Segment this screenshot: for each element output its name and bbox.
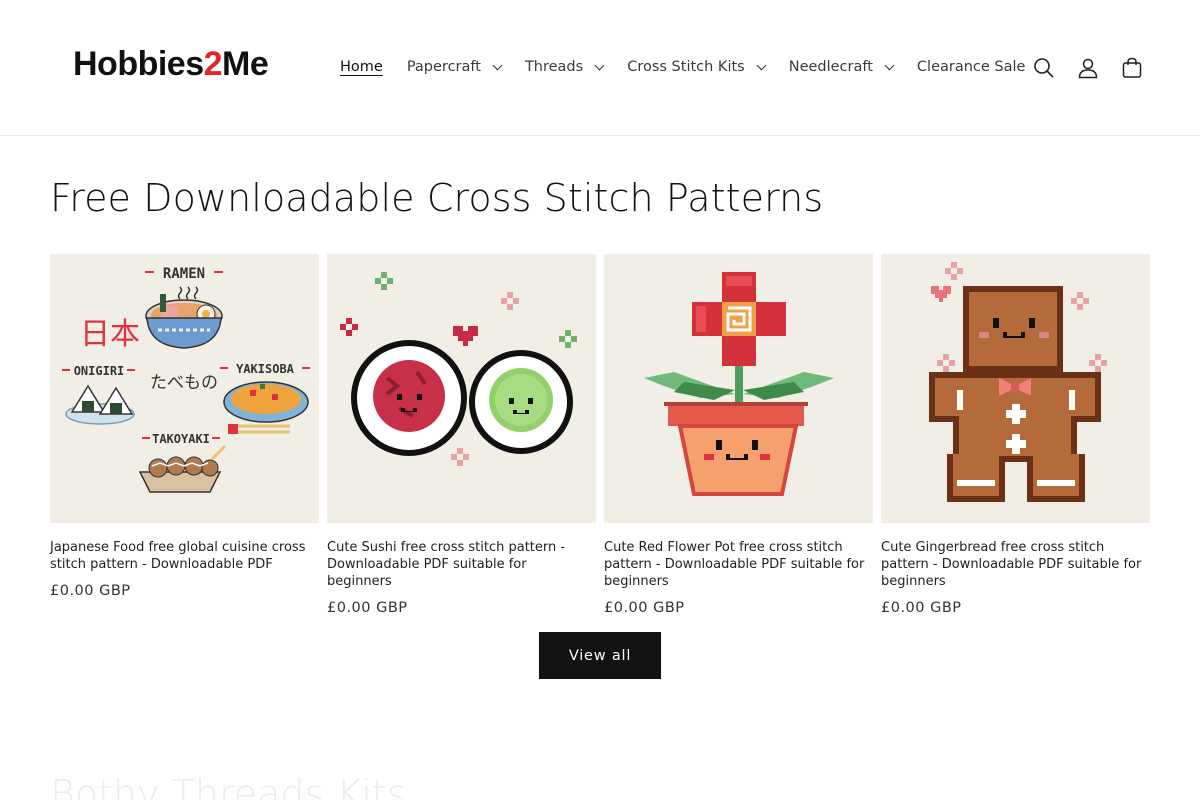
site-header: Hobbies2Me Home Papercraft Threads Cross… (0, 0, 1200, 136)
yakisoba-label: YAKISOBA (236, 362, 295, 376)
chevron-down-icon (492, 60, 503, 70)
ramen-label: RAMEN (163, 266, 205, 282)
product-price: £0.00 GBP (881, 600, 962, 616)
nav-label: Home (340, 59, 383, 75)
product-title[interactable]: Cute Gingerbread free cross stitch patte… (881, 539, 1150, 590)
section-title: Free Downloadable Cross Stitch Patterns (50, 176, 824, 220)
nav-label: Papercraft (406, 59, 481, 75)
takoyaki-label: TAKOYAKI (152, 432, 210, 446)
search-button[interactable] (1022, 46, 1066, 90)
product-card[interactable]: Cute Red Flower Pot free cross stitch pa… (604, 254, 873, 616)
product-title[interactable]: Cute Sushi free cross stitch pattern - D… (327, 539, 596, 590)
nav-item-needlecraft[interactable]: Needlecraft (777, 50, 905, 84)
chevron-down-icon (594, 60, 605, 70)
nav-label: Cross Stitch Kits (627, 59, 745, 75)
cart-button[interactable] (1110, 46, 1154, 90)
view-all-button[interactable]: View all (539, 632, 661, 679)
product-title[interactable]: Cute Red Flower Pot free cross stitch pa… (604, 539, 873, 590)
nav-item-cross-stitch-kits[interactable]: Cross Stitch Kits (615, 50, 777, 84)
nav-label: Needlecraft (788, 59, 873, 75)
product-price: £0.00 GBP (50, 583, 131, 599)
nav-label: Clearance Sale (916, 59, 1026, 75)
cart-icon (1122, 57, 1142, 78)
search-icon (1034, 58, 1054, 78)
product-image[interactable] (327, 254, 596, 523)
product-image[interactable] (604, 254, 873, 523)
nav-label: Threads (524, 59, 584, 75)
tabemono-label: たべもの (150, 373, 218, 393)
kanji-label: 日本 (80, 317, 140, 352)
account-button[interactable] (1066, 46, 1110, 90)
product-grid: RAMEN 日本 ONIGIRI たべもの YAKISOBA TAKOYAKI … (50, 254, 1150, 616)
product-image[interactable] (881, 254, 1150, 523)
chevron-down-icon (884, 60, 895, 70)
onigiri-label: ONIGIRI (74, 364, 125, 378)
site-logo[interactable]: Hobbies2Me (73, 44, 269, 84)
nav-item-clearance-sale[interactable]: Clearance Sale (905, 50, 1038, 84)
product-price: £0.00 GBP (327, 600, 408, 616)
header-icons (1022, 46, 1154, 90)
account-icon (1078, 58, 1098, 79)
product-card[interactable]: Cute Sushi free cross stitch pattern - D… (327, 254, 596, 616)
product-title[interactable]: Japanese Food free global cuisine cross … (50, 539, 319, 573)
nav-item-home[interactable]: Home (328, 50, 395, 84)
nav-item-papercraft[interactable]: Papercraft (395, 50, 513, 84)
main-nav: Home Papercraft Threads Cross Stitch Kit… (328, 50, 1037, 84)
product-price: £0.00 GBP (604, 600, 685, 616)
next-section-title: Bothy Threads Kits (50, 772, 407, 800)
chevron-down-icon (756, 60, 767, 70)
nav-item-threads[interactable]: Threads (513, 50, 615, 84)
product-card[interactable]: RAMEN 日本 ONIGIRI たべもの YAKISOBA TAKOYAKI … (50, 254, 319, 616)
product-card[interactable]: Cute Gingerbread free cross stitch patte… (881, 254, 1150, 616)
product-image[interactable]: RAMEN 日本 ONIGIRI たべもの YAKISOBA TAKOYAKI (50, 254, 319, 523)
